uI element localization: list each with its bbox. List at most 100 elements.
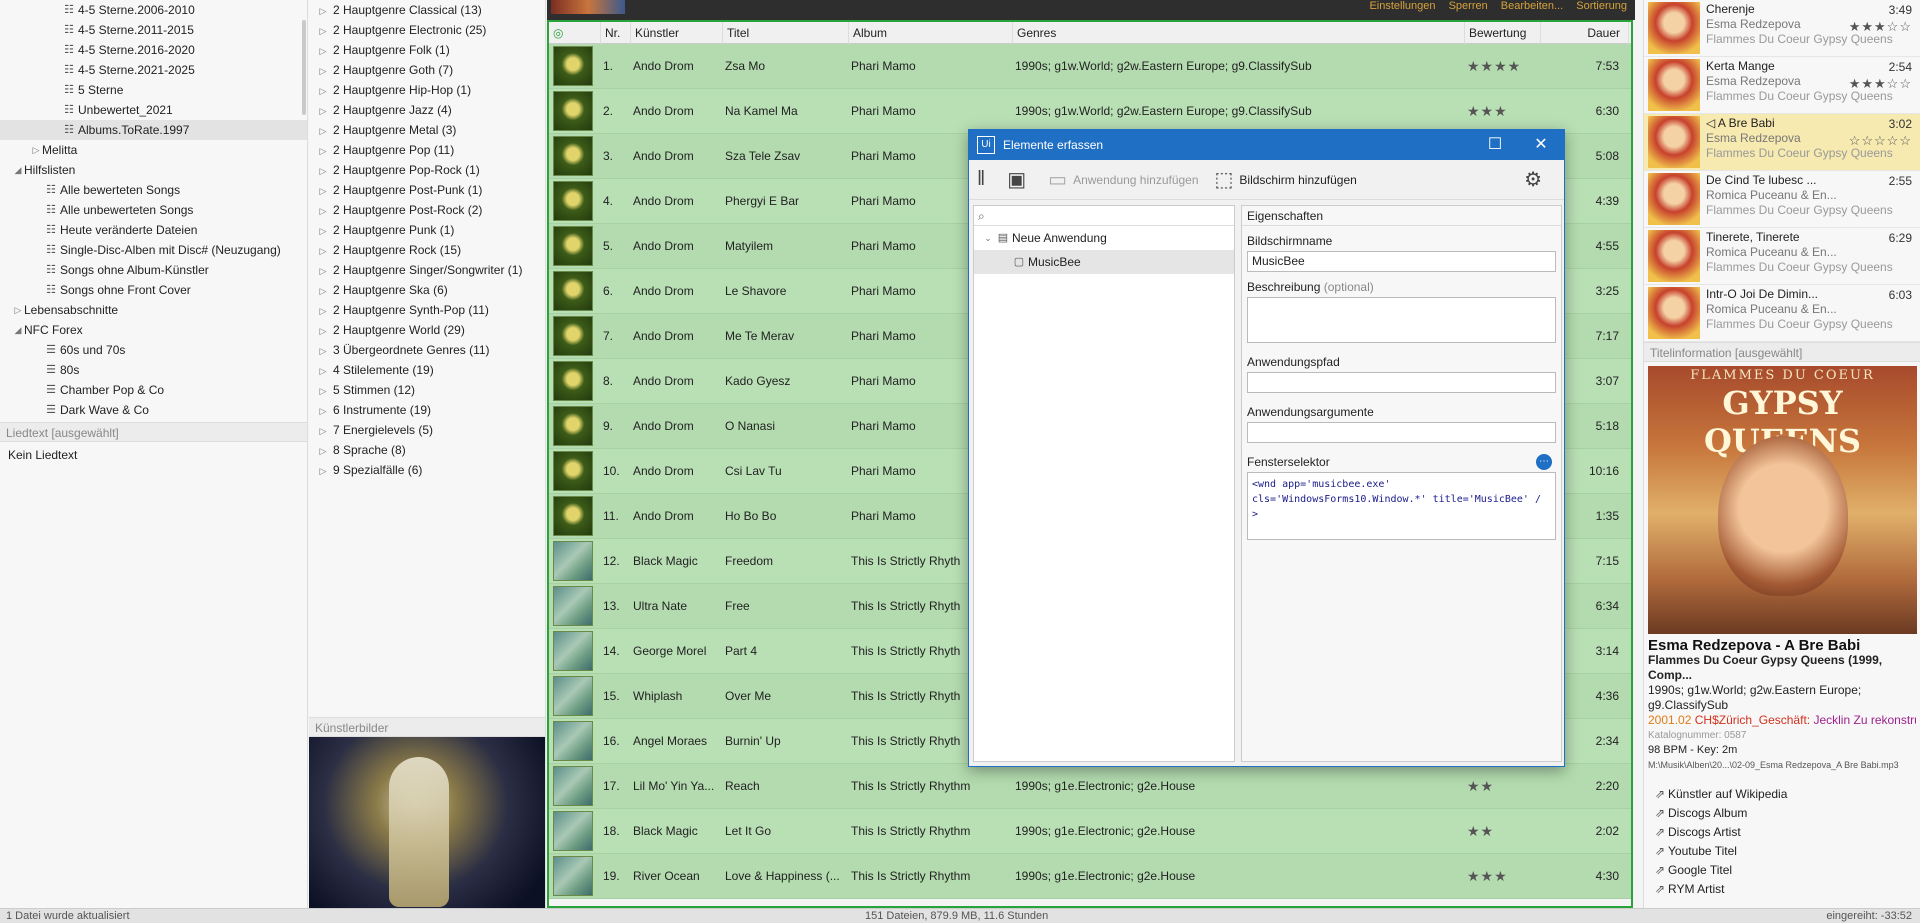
expand-icon[interactable]: ▷ — [317, 161, 329, 181]
tree-node-application[interactable]: ⌄ ▤ Neue Anwendung — [974, 226, 1234, 250]
tree-item[interactable]: ☰EDM — [0, 420, 307, 422]
expand-icon[interactable]: ▷ — [317, 101, 329, 121]
screen-name-input[interactable]: MusicBee — [1247, 251, 1556, 272]
tree-item[interactable]: ☰ 60s und 70s — [0, 340, 307, 360]
genre-item[interactable]: ▷ 2 Hauptgenre Goth (7) — [309, 60, 545, 80]
web-link[interactable]: ⇗ Discogs Artist — [1644, 823, 1920, 842]
tree-item[interactable]: ☰ Dark Wave & Co — [0, 400, 307, 420]
genre-item[interactable]: ▷ 2 Hauptgenre Pop (11) — [309, 140, 545, 160]
app-path-input[interactable] — [1247, 372, 1556, 393]
genre-item[interactable]: ▷ 2 Hauptgenre Punk (1) — [309, 220, 545, 240]
genre-item[interactable]: ▷ 2 Hauptgenre Synth-Pop (11) — [309, 300, 545, 320]
header-cover[interactable]: ◎ — [549, 22, 601, 44]
genre-item[interactable]: ▷ 2 Hauptgenre Singer/Songwriter (1) — [309, 260, 545, 280]
genre-item[interactable]: ▷ 2 Hauptgenre Pop-Rock (1) — [309, 160, 545, 180]
expand-icon[interactable]: ▷ — [317, 41, 329, 61]
web-link[interactable]: ⇗ Google Titel — [1644, 861, 1920, 880]
pause-button[interactable]: ‖ — [977, 168, 991, 191]
genre-item[interactable]: ▷ 4 Stilelemente (19) — [309, 360, 545, 380]
now-playing-item[interactable]: Cherenje Esma Redzepova Flammes Du Coeur G… — [1644, 0, 1920, 57]
tree-item[interactable]: ☷ Albums.ToRate.1997 — [0, 120, 307, 140]
menu-lock[interactable]: Sperren — [1449, 0, 1488, 12]
track-info-header[interactable]: Titelinformation [ausgewählt] — [1644, 342, 1920, 362]
web-link[interactable]: ⇗ Youtube Titel — [1644, 842, 1920, 861]
tree-item[interactable]: ☷ 4-5 Sterne.2011-2015 — [0, 20, 307, 40]
tree-item[interactable]: ☰ Chamber Pop & Co — [0, 380, 307, 400]
genre-item[interactable]: ▷ 9 Spezialfälle (6) — [309, 460, 545, 480]
settings-button[interactable]: ⚙ — [1524, 167, 1548, 192]
genre-item[interactable]: ▷ 2 Hauptgenre Ska (6) — [309, 280, 545, 300]
table-row[interactable]: 1. Ando Drom Zsa Mo Phari Mamo 1990s; g1w.Wo… — [549, 44, 1631, 89]
expand-icon[interactable]: ▷ — [12, 300, 24, 320]
menu-settings[interactable]: Einstellungen — [1369, 0, 1435, 12]
tree-search-input[interactable]: ⌕ — [974, 206, 1234, 226]
genre-item[interactable]: ▷ 2 Hauptgenre World (29) — [309, 320, 545, 340]
header-album[interactable]: Album — [849, 22, 1013, 44]
expand-icon[interactable]: ▷ — [30, 140, 42, 160]
tree-item[interactable]: ▷ Melitta — [0, 140, 307, 160]
tree-item[interactable]: ☷ 4-5 Sterne.2021-2025 — [0, 60, 307, 80]
expand-icon[interactable]: ▷ — [317, 421, 329, 441]
web-link[interactable]: ⇗ RYM Artist — [1644, 880, 1920, 899]
selector-code[interactable]: <wnd app='musicbee.exe' cls='WindowsForm… — [1247, 472, 1556, 540]
tree-item[interactable]: ▷ Lebensabschnitte — [0, 300, 307, 320]
genre-item[interactable]: ▷ 6 Instrumente (19) — [309, 400, 545, 420]
selector-editor-icon[interactable]: ⋯ — [1536, 454, 1552, 470]
genre-item[interactable]: ▷ 2 Hauptgenre Metal (3) — [309, 120, 545, 140]
header-duration[interactable]: Dauer — [1541, 22, 1629, 44]
genre-item[interactable]: ▷ 2 Hauptgenre Post-Punk (1) — [309, 180, 545, 200]
lyrics-header[interactable]: Liedtext [ausgewählt] — [0, 422, 307, 442]
tree-item[interactable]: ☷ 4-5 Sterne.2006-2010 — [0, 0, 307, 20]
add-screen-button[interactable]: ⬚ Bildschirm hinzufügen — [1215, 167, 1357, 192]
tree-item[interactable]: ☷ Songs ohne Front Cover — [0, 280, 307, 300]
expand-icon[interactable]: ▷ — [317, 461, 329, 481]
dialog-titlebar[interactable]: Ui Elemente erfassen ☐ ✕ — [969, 130, 1564, 160]
web-link[interactable]: ⇗ Künstler auf Wikipedia — [1644, 785, 1920, 804]
web-link[interactable]: ⇗ Discogs Album — [1644, 804, 1920, 823]
expand-icon[interactable]: ◢ — [12, 320, 24, 340]
genre-item[interactable]: ▷ 7 Energielevels (5) — [309, 420, 545, 440]
header-rating[interactable]: Bewertung — [1465, 22, 1541, 44]
chevron-down-icon[interactable]: ⌄ — [982, 226, 994, 250]
menu-sort[interactable]: Sortierung — [1576, 0, 1627, 12]
tree-item[interactable]: ☷ 5 Sterne — [0, 80, 307, 100]
genre-item[interactable]: ▷ 2 Hauptgenre Jazz (4) — [309, 100, 545, 120]
tree-item[interactable]: ☷ Unbewertet_2021 — [0, 100, 307, 120]
expand-icon[interactable]: ▷ — [317, 141, 329, 161]
genre-item[interactable]: ▷ 8 Sprache (8) — [309, 440, 545, 460]
header-artist[interactable]: Künstler — [631, 22, 723, 44]
table-row[interactable]: 17. Lil Mo' Yin Ya... Reach This Is Strictl… — [549, 764, 1631, 809]
expand-icon[interactable]: ▷ — [317, 361, 329, 381]
expand-icon[interactable]: ▷ — [317, 21, 329, 41]
expand-icon[interactable]: ▷ — [317, 201, 329, 221]
expand-icon[interactable]: ▷ — [317, 1, 329, 21]
now-playing-item[interactable]: ◁ A Bre Babi Esma Redzepova Flammes Du Coe… — [1644, 114, 1920, 171]
app-args-input[interactable] — [1247, 422, 1556, 443]
tree-item[interactable]: ☷ 4-5 Sterne.2016-2020 — [0, 40, 307, 60]
tree-item[interactable]: ☷ Songs ohne Album-Künstler — [0, 260, 307, 280]
expand-icon[interactable]: ▷ — [317, 441, 329, 461]
genre-item[interactable]: ▷ 3 Übergeordnete Genres (11) — [309, 340, 545, 360]
now-playing-item[interactable]: De Cind Te lubesc ... Romica Puceanu & En… — [1644, 171, 1920, 228]
maximize-icon[interactable]: ☐ — [1472, 130, 1518, 160]
now-playing-item[interactable]: Tinerete, Tinerete Romica Puceanu & En...… — [1644, 228, 1920, 285]
close-icon[interactable]: ✕ — [1518, 130, 1564, 160]
now-playing-rating[interactable]: ★★★☆☆ — [1849, 19, 1912, 35]
genre-item[interactable]: ▷ 2 Hauptgenre Classical (13) — [309, 0, 545, 20]
tree-item[interactable]: ☷ Single-Disc-Alben mit Disc# (Neuzugang) — [0, 240, 307, 260]
expand-icon[interactable]: ▷ — [317, 301, 329, 321]
now-playing-rating[interactable]: ☆☆☆☆☆ — [1849, 133, 1912, 149]
table-row[interactable]: 2. Ando Drom Na Kamel Ma Phari Mamo 1990s; g… — [549, 89, 1631, 134]
expand-icon[interactable]: ▷ — [317, 341, 329, 361]
expand-icon[interactable]: ▷ — [317, 121, 329, 141]
tree-item[interactable]: ◢ NFC Forex — [0, 320, 307, 340]
expand-icon[interactable]: ▷ — [317, 281, 329, 301]
header-genres[interactable]: Genres — [1013, 22, 1465, 44]
expand-icon[interactable]: ▷ — [317, 61, 329, 81]
now-playing-item[interactable]: Intr-O Joi De Dimin... Romica Puceanu & E… — [1644, 285, 1920, 342]
expand-icon[interactable]: ▷ — [317, 381, 329, 401]
expand-icon[interactable]: ▷ — [317, 221, 329, 241]
expand-icon[interactable]: ◢ — [12, 160, 24, 180]
table-row[interactable]: 19. River Ocean Love & Happiness (... This … — [549, 854, 1631, 899]
menu-edit[interactable]: Bearbeiten... — [1501, 0, 1563, 12]
